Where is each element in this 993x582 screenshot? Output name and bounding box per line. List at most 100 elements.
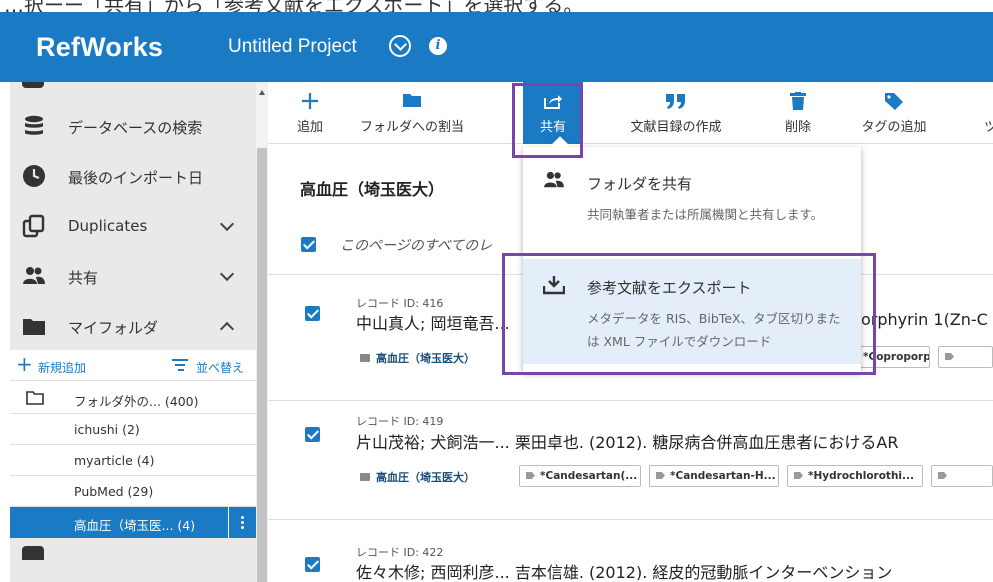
folder-list-panel: + 新規追加 並べ替え フォルダ外の... (400) ichushi (2) — [10, 350, 256, 582]
tag-chip[interactable]: *Hydrochlorothi... — [787, 465, 923, 487]
sidebar-scrollbar[interactable] — [256, 82, 268, 582]
menu-item-description: 共同執筆者または所属機関と共有します。 — [587, 207, 824, 222]
toolbar-label: 文献目録の作成 — [630, 120, 722, 135]
folder-chip-label: 高血圧（埼玉医大） — [376, 471, 475, 484]
create-bibliography-button[interactable]: 文献目録の作成 — [618, 82, 734, 144]
toolbar-label: フォルダへの割当 — [359, 120, 464, 135]
folder-icon — [403, 94, 421, 107]
folder-item[interactable]: フォルダ外の... (400) — [10, 383, 256, 414]
plus-icon: + — [16, 352, 33, 376]
tag-chip-label: *Candesartan(... — [540, 470, 638, 482]
record-id: レコード ID: 416 — [356, 297, 444, 310]
people-icon — [544, 171, 564, 188]
record-id: レコード ID: 419 — [356, 415, 444, 428]
add-folder-label: 新規追加 — [38, 361, 87, 375]
folder-item[interactable]: ichushi (2) — [10, 414, 256, 445]
trash-icon — [790, 92, 806, 110]
chevron-down-icon[interactable] — [219, 266, 235, 282]
tag-chip[interactable] — [931, 465, 993, 487]
tag-icon — [526, 472, 535, 479]
duplicates-icon — [22, 214, 45, 238]
menu-item-title: フォルダを共有 — [587, 175, 693, 193]
tag-icon — [885, 93, 903, 110]
sidebar-item-label: データベースの検索 — [68, 119, 203, 137]
divider — [268, 519, 993, 520]
tag-icon — [945, 353, 954, 360]
toolbar-label: 削除 — [784, 120, 811, 135]
app-header: RefWorks Untitled Project i — [0, 12, 993, 82]
select-all-label: このページのすべてのレ — [340, 238, 493, 254]
people-icon — [23, 267, 45, 284]
share-folder-menu-item[interactable]: フォルダを共有 共同執筆者または所属機関と共有します。 — [523, 147, 861, 247]
tag-chip-label: *Candesartan-H... — [670, 470, 776, 482]
folder-label: myarticle (4) — [74, 453, 155, 468]
record-id: レコード ID: 422 — [356, 546, 444, 559]
assign-folder-button[interactable]: フォルダへの割当 — [346, 82, 478, 144]
folder-item[interactable]: PubMed (29) — [10, 476, 256, 507]
folder-label: ichushi (2) — [74, 422, 140, 437]
tag-chip[interactable]: *Candesartan(... — [519, 465, 641, 487]
folder-actions-bar: + 新規追加 並べ替え — [10, 350, 256, 381]
database-icon — [25, 115, 43, 135]
sidebar-item-label: マイフォルダ — [68, 319, 159, 337]
folder-chip[interactable]: 高血圧（埼玉医大） — [360, 469, 475, 485]
folder-label: 高血圧（埼玉医... (4) — [74, 518, 196, 533]
chevron-down-circle-icon[interactable] — [389, 35, 411, 57]
plus-icon — [302, 93, 318, 109]
sidebar-item-next — [10, 538, 256, 582]
folder-title: 高血圧（埼玉医大） — [300, 180, 445, 199]
tag-chip[interactable] — [938, 346, 993, 368]
more-vertical-icon[interactable] — [228, 507, 256, 538]
sidebar-item-database-search[interactable]: データベースの検索 — [10, 106, 256, 146]
sort-label: 並べ替え — [196, 361, 245, 375]
tutorial-caption-text: …択ーー「共有」から「参考文献をエクスポート」を選択する。 — [4, 0, 584, 12]
tools-button[interactable]: ツ — [972, 82, 993, 144]
sort-button[interactable]: 並べ替え — [172, 354, 256, 378]
folder-icon — [360, 473, 370, 481]
select-all-checkbox[interactable] — [301, 237, 316, 252]
folder-chip[interactable]: 高血圧（埼玉医大） — [360, 350, 475, 366]
add-tag-button[interactable]: タグの追加 — [848, 82, 940, 144]
sort-icon — [172, 359, 188, 371]
highlight-box-export — [502, 253, 876, 375]
app-logo[interactable]: RefWorks — [36, 32, 163, 63]
sidebar-item-last-import[interactable]: 最後のインポート日 — [10, 156, 256, 196]
tag-chip-label: *Hydrochlorothi... — [808, 470, 914, 482]
partial-icon — [22, 546, 44, 560]
scroll-up-arrow[interactable] — [259, 90, 265, 95]
quote-icon — [666, 94, 685, 109]
sidebar-item-label: Duplicates — [68, 217, 148, 235]
tag-icon — [794, 472, 803, 479]
folder-outline-icon — [26, 391, 44, 405]
folder-item-selected[interactable]: 高血圧（埼玉医... (4) — [10, 507, 256, 538]
chevron-down-icon[interactable] — [219, 216, 235, 232]
project-title[interactable]: Untitled Project — [228, 36, 357, 58]
sidebar-item-duplicates[interactable]: Duplicates — [10, 206, 256, 246]
divider — [268, 400, 993, 401]
folder-item[interactable]: myarticle (4) — [10, 445, 256, 476]
sidebar: データベースの検索 最後のインポート日 Duplicates 共有 マイフォルダ — [10, 82, 268, 582]
scrollbar-thumb[interactable] — [257, 148, 267, 582]
record-checkbox[interactable] — [305, 427, 320, 442]
toolbar-label: ツ — [984, 120, 993, 135]
add-button[interactable]: 追加 — [290, 82, 330, 144]
record-title[interactable]: 片山茂裕; 犬飼浩一... 栗田卓也. (2012). 糖尿病合併高血圧患者にお… — [356, 429, 898, 453]
sidebar-item-label: 最後のインポート日 — [68, 169, 204, 187]
sidebar-item-my-folders[interactable]: マイフォルダ — [10, 306, 256, 346]
record-title[interactable]: 中山真人; 岡垣竜吾... — [356, 310, 510, 334]
tag-chip[interactable]: *Candesartan-H... — [649, 465, 779, 487]
delete-button[interactable]: 削除 — [776, 82, 820, 144]
chevron-up-icon[interactable] — [219, 321, 235, 337]
folder-chip-label: 高血圧（埼玉医大） — [376, 352, 475, 365]
info-icon[interactable]: i — [429, 37, 447, 55]
record-checkbox[interactable] — [305, 306, 320, 321]
record-title[interactable]: 佐々木修; 西岡利彦... 吉本信雄. (2012). 経皮的冠動脈インターベン… — [356, 559, 892, 582]
record-title-tail[interactable]: orphyrin 1(Zn-C — [861, 310, 988, 329]
clock-icon — [23, 165, 45, 187]
folder-icon — [23, 319, 45, 335]
toolbar-label: 追加 — [296, 120, 323, 135]
partial-icon — [22, 82, 44, 88]
sidebar-item-shared[interactable]: 共有 — [10, 256, 256, 296]
tutorial-caption: …択ーー「共有」から「参考文献をエクスポート」を選択する。 — [0, 0, 993, 12]
record-checkbox[interactable] — [305, 557, 320, 572]
